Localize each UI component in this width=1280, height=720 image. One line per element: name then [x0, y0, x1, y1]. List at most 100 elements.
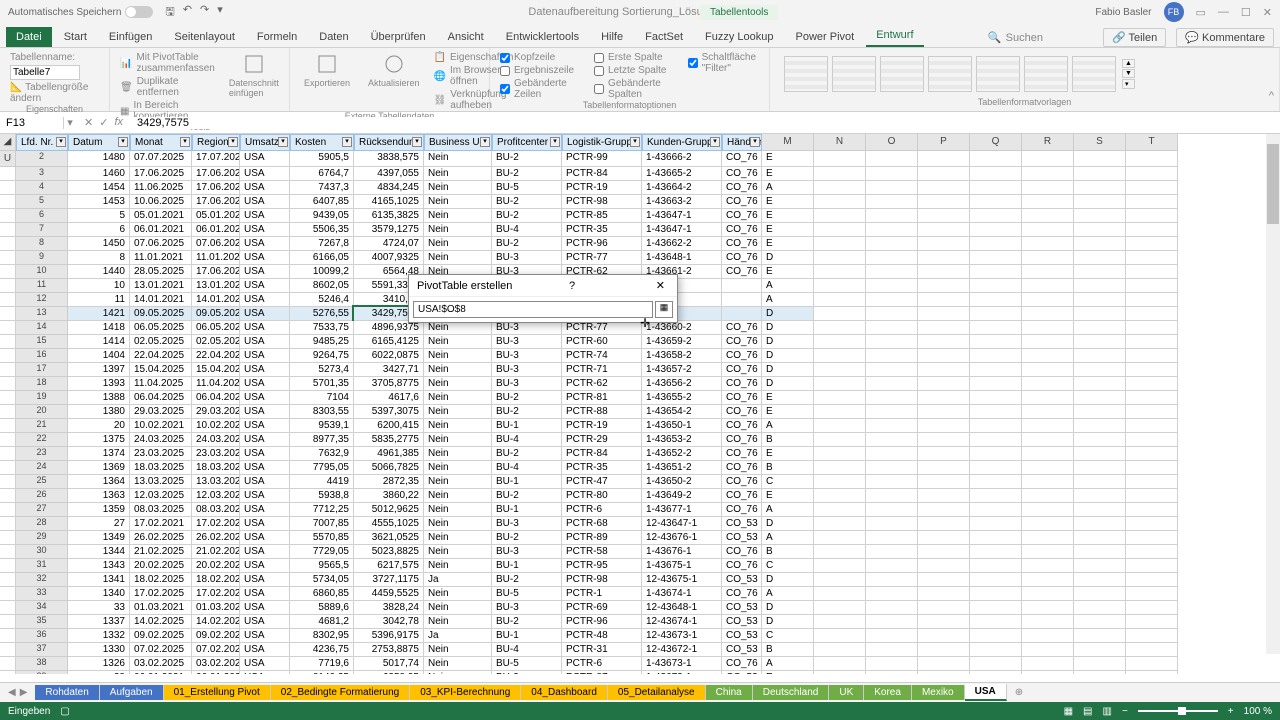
search-box[interactable]: 🔍 Suchen [982, 29, 1093, 46]
empty-cell[interactable] [918, 475, 970, 489]
empty-cell[interactable] [918, 335, 970, 349]
cell[interactable]: USA [240, 181, 290, 195]
empty-cell[interactable] [970, 419, 1022, 433]
row-header[interactable]: 4 [16, 181, 68, 195]
cell[interactable]: 5506,35 [290, 223, 354, 237]
vertical-scrollbar[interactable] [1266, 134, 1280, 654]
cell[interactable]: CO_76 [722, 265, 762, 279]
cell[interactable]: USA [240, 447, 290, 461]
empty-cell[interactable] [866, 167, 918, 181]
empty-cell[interactable] [1126, 489, 1178, 503]
cell[interactable]: BU-3 [492, 517, 562, 531]
cell[interactable]: BU-4 [492, 461, 562, 475]
empty-cell[interactable] [814, 363, 866, 377]
empty-cell[interactable] [1074, 531, 1126, 545]
cell[interactable]: 15.04.2025 [130, 363, 192, 377]
empty-cell[interactable] [866, 503, 918, 517]
empty-cell[interactable] [1074, 475, 1126, 489]
cell[interactable]: 01.03.2021 [192, 601, 240, 615]
empty-cell[interactable] [814, 321, 866, 335]
empty-cell[interactable] [918, 447, 970, 461]
sheet-nav-first-icon[interactable]: ◀ [8, 687, 16, 698]
empty-cell[interactable] [866, 195, 918, 209]
cell[interactable]: BU-3 [492, 363, 562, 377]
cell[interactable]: BU-1 [492, 629, 562, 643]
view-normal-icon[interactable]: ▦ [1064, 706, 1073, 717]
cell[interactable]: BU-4 [492, 223, 562, 237]
cell[interactable]: 17.06.2025 [192, 181, 240, 195]
empty-cell[interactable] [1074, 671, 1126, 674]
empty-cell[interactable] [1126, 251, 1178, 265]
cell[interactable]: BU-4 [492, 433, 562, 447]
cell[interactable]: 12-43647-1 [642, 517, 722, 531]
cell[interactable]: 5396,9175 [354, 629, 424, 643]
cell[interactable]: 01.03.2021 [130, 601, 192, 615]
cell[interactable]: 03.02.2025 [130, 657, 192, 671]
cell[interactable]: CO_53 [722, 573, 762, 587]
table-style-1[interactable] [784, 56, 828, 92]
table-style-7[interactable] [1072, 56, 1116, 92]
cell[interactable]: 06.01.2021 [130, 671, 192, 674]
row-header[interactable]: 2 [16, 151, 68, 167]
tab-formeln[interactable]: Formeln [247, 27, 307, 47]
cell[interactable]: 4555,1025 [354, 517, 424, 531]
empty-cell[interactable] [814, 405, 866, 419]
empty-cell[interactable] [866, 419, 918, 433]
cell[interactable]: USA [240, 307, 290, 321]
empty-cell[interactable] [918, 601, 970, 615]
empty-cell[interactable] [1022, 489, 1074, 503]
cell[interactable]: PCTR-87 [562, 671, 642, 674]
cell[interactable]: BU-2 [492, 167, 562, 181]
zoom-level[interactable]: 100 % [1244, 706, 1272, 717]
cell[interactable]: CO_76 [722, 489, 762, 503]
row-header[interactable]: 11 [16, 279, 68, 293]
cell[interactable]: USA [240, 461, 290, 475]
empty-cell[interactable] [1022, 209, 1074, 223]
empty-cell[interactable] [1126, 237, 1178, 251]
empty-cell[interactable] [970, 195, 1022, 209]
cell[interactable]: E [762, 405, 814, 419]
row-header[interactable]: 34 [16, 601, 68, 615]
filter-dropdown-icon[interactable]: ▾ [342, 137, 352, 147]
empty-cell[interactable] [0, 587, 16, 601]
empty-cell[interactable] [866, 181, 918, 195]
cell[interactable]: PCTR-69 [562, 601, 642, 615]
empty-cell[interactable] [0, 181, 16, 195]
cell[interactable]: 14.01.2021 [192, 293, 240, 307]
cell[interactable]: BU-5 [492, 587, 562, 601]
empty-cell[interactable] [814, 475, 866, 489]
col-header[interactable]: Monat▾ [130, 134, 192, 151]
empty-cell[interactable] [0, 307, 16, 321]
empty-cell[interactable] [866, 363, 918, 377]
empty-cell[interactable] [1022, 531, 1074, 545]
empty-cell[interactable] [1074, 489, 1126, 503]
cell[interactable]: 21.02.2025 [130, 545, 192, 559]
cell[interactable] [722, 279, 762, 293]
empty-cell[interactable] [918, 587, 970, 601]
cell[interactable]: 9539,1 [290, 419, 354, 433]
col-header[interactable]: Profitcenter▾ [492, 134, 562, 151]
empty-cell[interactable] [1074, 321, 1126, 335]
cell[interactable]: 1-43663-2 [642, 195, 722, 209]
cell[interactable]: 20.02.2025 [130, 559, 192, 573]
empty-cell[interactable] [814, 489, 866, 503]
col-header[interactable]: Lfd. Nr.▾ [16, 134, 68, 151]
empty-cell[interactable] [0, 293, 16, 307]
empty-cell[interactable] [0, 265, 16, 279]
cell[interactable]: BU-2 [492, 489, 562, 503]
cell[interactable]: USA [240, 405, 290, 419]
cell[interactable]: Nein [424, 517, 492, 531]
cell[interactable]: 17.06.2025 [130, 167, 192, 181]
empty-cell[interactable] [814, 615, 866, 629]
empty-cell[interactable] [1074, 573, 1126, 587]
empty-cell[interactable] [1126, 657, 1178, 671]
col-letter[interactable]: S [1074, 134, 1126, 151]
cell[interactable]: 1-43648-1 [642, 251, 722, 265]
cell[interactable]: 13.03.2025 [130, 475, 192, 489]
empty-cell[interactable] [1126, 531, 1178, 545]
cell[interactable]: USA [240, 671, 290, 674]
empty-cell[interactable] [1074, 461, 1126, 475]
cell[interactable]: 09.05.2025 [192, 307, 240, 321]
empty-cell[interactable] [1022, 363, 1074, 377]
empty-cell[interactable] [1022, 461, 1074, 475]
